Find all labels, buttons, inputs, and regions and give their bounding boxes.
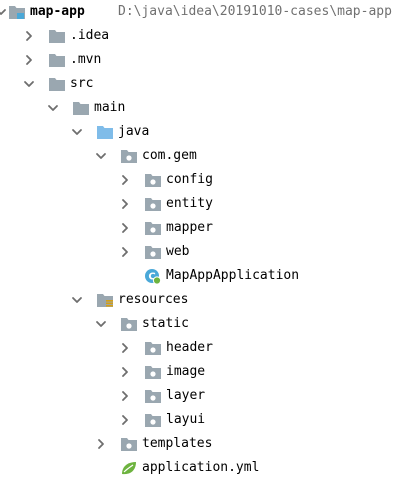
tree-node-layui[interactable]: layui (0, 408, 402, 432)
tree-node-image[interactable]: image (0, 360, 402, 384)
tree-node-header[interactable]: header (0, 336, 402, 360)
tree-node-label: src (70, 76, 94, 91)
spring-config-icon (120, 460, 138, 476)
package-icon (144, 196, 162, 212)
tree-node-label: templates (142, 436, 213, 451)
package-icon (144, 412, 162, 428)
chevron-right-icon[interactable] (118, 360, 132, 384)
tree-node-resources[interactable]: resources (0, 288, 402, 312)
tree-node-label: main (94, 100, 126, 115)
tree-node-label: .idea (70, 28, 110, 43)
project-tree: map-app D:\java\idea\20191010-cases\map-a… (0, 0, 402, 480)
chevron-right-icon[interactable] (118, 240, 132, 264)
tree-node-mapappapplication[interactable]: C MapAppApplication (0, 264, 402, 288)
tree-node-label: resources (118, 292, 189, 307)
package-icon (120, 316, 138, 332)
package-icon (144, 244, 162, 260)
tree-node-entity[interactable]: entity (0, 192, 402, 216)
package-icon (120, 436, 138, 452)
package-icon (120, 148, 138, 164)
tree-node-label: web (166, 244, 190, 259)
tree-node-label: MapAppApplication (166, 268, 300, 283)
folder-icon (48, 28, 66, 44)
chevron-right-icon[interactable] (22, 24, 36, 48)
tree-node-label: header (166, 340, 213, 355)
folder-icon (48, 52, 66, 68)
source-folder-icon (96, 124, 114, 140)
package-icon (144, 388, 162, 404)
tree-node-mvn[interactable]: .mvn (0, 48, 402, 72)
tree-node-java[interactable]: java (0, 120, 402, 144)
chevron-down-icon[interactable] (70, 288, 84, 312)
tree-node-layer[interactable]: layer (0, 384, 402, 408)
tree-node-label: static (142, 316, 189, 331)
tree-node-map-app[interactable]: map-app D:\java\idea\20191010-cases\map-a… (0, 0, 402, 24)
module-path: D:\java\idea\20191010-cases\map-app (118, 4, 392, 19)
chevron-right-icon[interactable] (22, 48, 36, 72)
chevron-right-icon[interactable] (94, 432, 108, 456)
resources-folder-icon (96, 292, 114, 308)
tree-node-mapper[interactable]: mapper (0, 216, 402, 240)
chevron-right-icon[interactable] (118, 408, 132, 432)
folder-icon (72, 100, 90, 116)
chevron-down-icon[interactable] (22, 72, 36, 96)
tree-node-com-gem[interactable]: com.gem (0, 144, 402, 168)
chevron-right-icon[interactable] (118, 384, 132, 408)
tree-node-label: com.gem (142, 148, 197, 163)
tree-node-static[interactable]: static (0, 312, 402, 336)
chevron-down-icon[interactable] (70, 120, 84, 144)
package-icon (144, 340, 162, 356)
package-icon (144, 364, 162, 380)
folder-icon (48, 76, 66, 92)
chevron-down-icon[interactable] (94, 312, 108, 336)
tree-node-label: application.yml (142, 460, 260, 475)
chevron-right-icon[interactable] (118, 168, 132, 192)
tree-node-main[interactable]: main (0, 96, 402, 120)
tree-node-label: map-app (30, 4, 85, 19)
tree-node-src[interactable]: src (0, 72, 402, 96)
chevron-right-icon[interactable] (118, 216, 132, 240)
tree-node-label: config (166, 172, 213, 187)
tree-node-label: layer (166, 388, 206, 403)
tree-node-label: entity (166, 196, 213, 211)
tree-node-label: .mvn (70, 52, 102, 67)
tree-node-label: mapper (166, 220, 213, 235)
tree-node-config[interactable]: config (0, 168, 402, 192)
chevron-down-icon[interactable] (94, 144, 108, 168)
package-icon (144, 172, 162, 188)
tree-node-templates[interactable]: templates (0, 432, 402, 456)
tree-node-web[interactable]: web (0, 240, 402, 264)
tree-node-application-yml[interactable]: application.yml (0, 456, 402, 480)
spring-boot-class-icon: C (144, 268, 162, 284)
module-folder-icon (8, 4, 26, 20)
tree-node-label: java (118, 124, 150, 139)
tree-node-label: layui (166, 412, 206, 427)
chevron-right-icon[interactable] (118, 336, 132, 360)
chevron-down-icon[interactable] (0, 0, 8, 24)
tree-node-label: image (166, 364, 206, 379)
package-icon (144, 220, 162, 236)
chevron-down-icon[interactable] (46, 96, 60, 120)
tree-node-idea[interactable]: .idea (0, 24, 402, 48)
chevron-right-icon[interactable] (118, 192, 132, 216)
